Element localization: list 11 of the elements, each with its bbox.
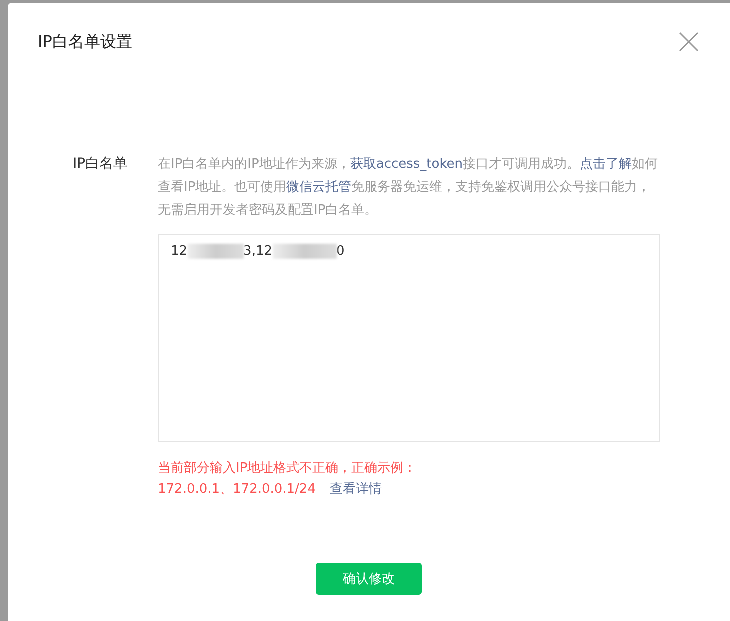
field-label: IP白名单 bbox=[73, 155, 129, 174]
details-link[interactable]: 查看详情 bbox=[330, 479, 382, 500]
text-link[interactable]: 获取access_token bbox=[350, 157, 464, 172]
close-button[interactable] bbox=[678, 31, 700, 53]
description-text: 在IP白名单内的IP地址作为来源，获取access_token接口才可调用成功。点击了解如何查看IP地址。也可使用微信云托管免服务器免运维，支持免鉴权调用公众号接口能力，无需启用开发者密码及配置IP白名单。 bbox=[158, 156, 660, 220]
error-example: 172.0.0.1、172.0.0.1/24 bbox=[158, 481, 316, 499]
text-link[interactable]: 点击了解 bbox=[580, 157, 632, 172]
error-message: 当前部分输入IP地址格式不正确，正确示例： bbox=[158, 460, 418, 478]
ip-input-field[interactable]: 12 3,12 0 bbox=[158, 234, 660, 442]
dialog-title: IP白名单设置 bbox=[38, 32, 132, 52]
text-link[interactable]: 微信云托管 bbox=[286, 180, 352, 195]
